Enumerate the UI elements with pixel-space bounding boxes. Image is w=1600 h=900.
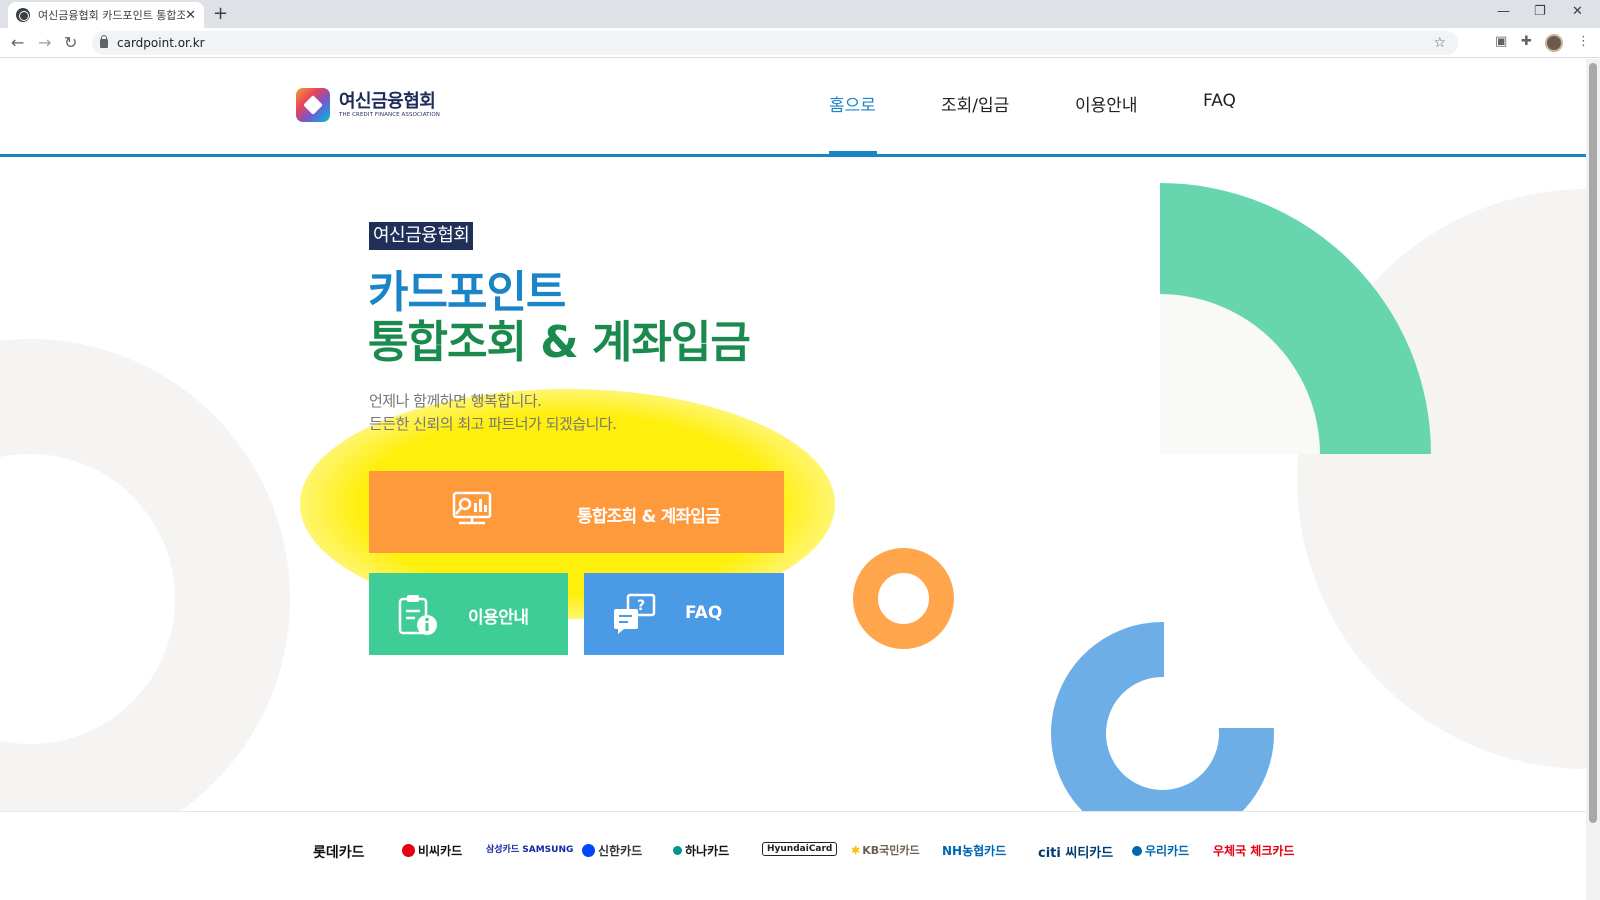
partner-samsung[interactable]: 삼성카드 SAMSUNG bbox=[486, 842, 573, 855]
new-tab-button[interactable]: + bbox=[213, 3, 228, 24]
partner-kb-label: KB국민카드 bbox=[862, 844, 920, 857]
globe-icon bbox=[16, 8, 30, 22]
url-text: cardpoint.or.kr bbox=[117, 36, 205, 50]
hero-title-line1: 카드포인트 bbox=[368, 267, 566, 318]
faq-button-label: FAQ bbox=[685, 603, 723, 623]
decorative-green-arc bbox=[1160, 183, 1431, 454]
restore-icon[interactable]: ❐ bbox=[1534, 4, 1546, 19]
site-logo[interactable]: 여신금융협회 THE CREDIT FINANCE ASSOCIATION bbox=[296, 88, 440, 122]
partner-bc[interactable]: 비씨카드 bbox=[402, 842, 462, 859]
hero-subtitle-line1: 언제나 함께하면 행복합니다. bbox=[369, 392, 542, 410]
nav-guide[interactable]: 이용안내 bbox=[1075, 91, 1138, 116]
partner-bc-label: 비씨카드 bbox=[418, 844, 463, 858]
partner-kb[interactable]: ✱ KB국민카드 bbox=[851, 842, 920, 858]
partner-hyundai[interactable]: HyundaiCard bbox=[762, 842, 838, 856]
partner-nh[interactable]: NH농협카드 bbox=[942, 842, 1006, 859]
partner-citi[interactable]: citi 씨티카드 bbox=[1038, 842, 1113, 861]
minimize-icon[interactable]: — bbox=[1497, 4, 1510, 19]
faq-button[interactable]: ? FAQ bbox=[584, 573, 784, 655]
guide-button[interactable]: 이용안내 bbox=[369, 573, 568, 655]
cast-icon[interactable]: ▣ bbox=[1495, 34, 1507, 49]
tab-close-icon[interactable]: ✕ bbox=[185, 8, 196, 23]
browser-tab[interactable]: 여신금융협회 카드포인트 통합조회 ✕ bbox=[8, 2, 204, 28]
hana-logo-icon bbox=[673, 846, 682, 855]
logo-english-text: THE CREDIT FINANCE ASSOCIATION bbox=[339, 112, 440, 118]
hero-title-line2: 통합조회 & 계좌입금 bbox=[368, 317, 751, 368]
guide-button-label: 이용안내 bbox=[468, 608, 529, 628]
address-bar[interactable]: cardpoint.or.kr ☆ bbox=[92, 31, 1458, 55]
clipboard-info-icon bbox=[398, 595, 437, 635]
partner-shinhan-label: 신한카드 bbox=[598, 844, 643, 858]
back-icon[interactable]: ← bbox=[11, 33, 24, 52]
menu-kebab-icon[interactable]: ⋮ bbox=[1577, 34, 1590, 49]
decorative-ring bbox=[0, 339, 290, 859]
hero-badge: 여신금융협회 bbox=[369, 222, 474, 250]
nav-faq[interactable]: FAQ bbox=[1203, 91, 1236, 111]
bookmark-star-icon[interactable]: ☆ bbox=[1433, 35, 1446, 51]
active-nav-indicator bbox=[829, 151, 877, 157]
logo-korean-text: 여신금융협회 bbox=[339, 91, 436, 112]
inquiry-deposit-button[interactable]: 통합조회 & 계좌입금 bbox=[369, 471, 784, 553]
page-scrollbar[interactable] bbox=[1586, 59, 1600, 900]
scrollbar-thumb[interactable] bbox=[1589, 63, 1597, 823]
inquiry-deposit-button-label: 통합조회 & 계좌입금 bbox=[577, 507, 721, 527]
browser-tab-bar: 여신금융협회 카드포인트 통합조회 ✕ + — ❐ ✕ bbox=[0, 0, 1600, 28]
monitor-search-chart-icon bbox=[452, 491, 492, 525]
partner-hana-label: 하나카드 bbox=[685, 844, 730, 858]
logo-mark-icon bbox=[296, 88, 330, 122]
close-icon[interactable]: ✕ bbox=[1572, 4, 1583, 19]
decorative-blue-cut bbox=[1164, 614, 1279, 728]
hero-subtitle: 언제나 함께하면 행복합니다. 든든한 신뢰의 최고 파트너가 되겠습니다. bbox=[369, 390, 617, 436]
shinhan-logo-icon bbox=[582, 844, 595, 857]
tab-title: 여신금융협회 카드포인트 통합조회 bbox=[38, 9, 186, 22]
reload-icon[interactable]: ↻ bbox=[64, 33, 77, 52]
decorative-orange-ring bbox=[853, 548, 954, 649]
partner-hana[interactable]: 하나카드 bbox=[673, 842, 729, 859]
extensions-icon[interactable]: ✚ bbox=[1521, 34, 1532, 49]
partner-post[interactable]: 우체국 체크카드 bbox=[1213, 842, 1294, 859]
web-page: 여신금융협회 THE CREDIT FINANCE ASSOCIATION 홈으… bbox=[0, 59, 1586, 900]
profile-avatar[interactable] bbox=[1545, 34, 1563, 52]
svg-text:?: ? bbox=[637, 598, 645, 614]
forward-icon[interactable]: → bbox=[38, 33, 51, 52]
chat-question-icon: ? bbox=[614, 593, 656, 634]
kb-star-icon: ✱ bbox=[851, 843, 861, 857]
site-header: 여신금융협회 THE CREDIT FINANCE ASSOCIATION 홈으… bbox=[0, 59, 1586, 157]
partner-lotte[interactable]: 롯데카드 bbox=[313, 842, 365, 862]
nav-inquiry-deposit[interactable]: 조회/입금 bbox=[941, 91, 1009, 116]
lock-icon bbox=[100, 34, 108, 48]
partner-woori[interactable]: 우리카드 bbox=[1132, 842, 1189, 859]
partner-woori-label: 우리카드 bbox=[1145, 844, 1190, 858]
nav-home[interactable]: 홈으로 bbox=[829, 91, 876, 116]
browser-toolbar: ← → ↻ cardpoint.or.kr ☆ ▣ ✚ ⋮ bbox=[0, 28, 1600, 58]
partner-shinhan[interactable]: 신한카드 bbox=[582, 842, 642, 859]
woori-logo-icon bbox=[1132, 845, 1142, 856]
partner-cards-bar: 롯데카드 비씨카드 삼성카드 SAMSUNG 신한카드 하나카드 Hyundai… bbox=[0, 811, 1586, 900]
bc-logo-icon bbox=[402, 844, 415, 857]
hero-subtitle-line2: 든든한 신뢰의 최고 파트너가 되겠습니다. bbox=[369, 415, 617, 433]
